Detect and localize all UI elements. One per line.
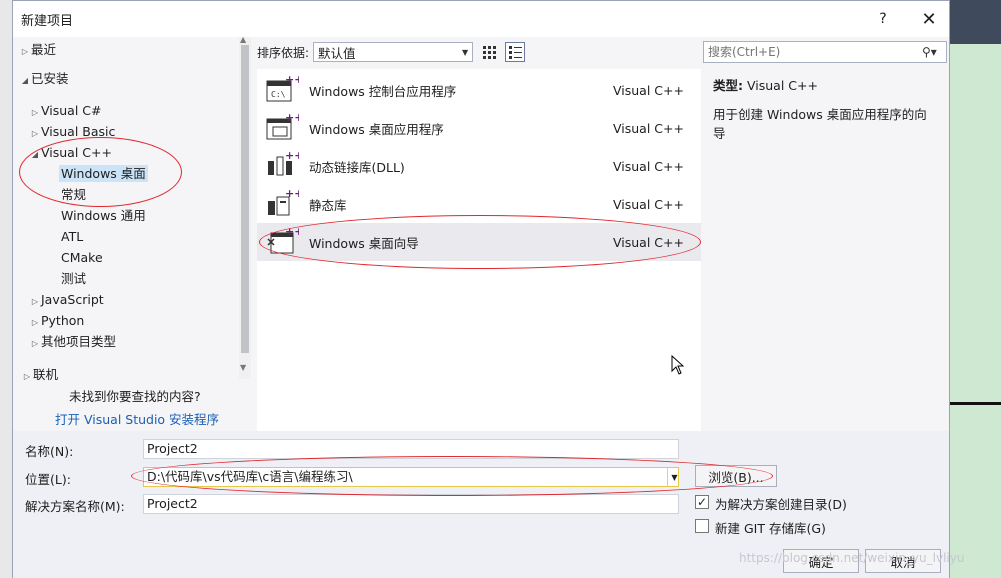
template-name: 静态库: [309, 197, 347, 213]
tree-item-test[interactable]: 测试: [61, 269, 86, 289]
create-dir-checkbox[interactable]: ✓: [695, 495, 709, 509]
template-language: Visual C++: [613, 82, 684, 98]
search-input[interactable]: [708, 45, 922, 59]
tree-item-installed[interactable]: ◢ 已安装: [19, 69, 69, 89]
tree-item-visual-cs[interactable]: ▷ Visual C#: [29, 101, 102, 121]
tree-item-general[interactable]: 常规: [61, 185, 86, 205]
svg-text:++: ++: [285, 149, 299, 162]
close-button[interactable]: ✕: [917, 7, 941, 31]
type-value: Visual C++: [746, 78, 818, 93]
template-name: 动态链接库(DLL): [309, 159, 405, 175]
template-name: Windows 桌面向导: [309, 235, 419, 251]
sort-value: 默认值: [318, 45, 356, 61]
template-language: Visual C++: [613, 120, 684, 136]
scrollbar-thumb[interactable]: [241, 45, 249, 353]
console-app-icon: C:\ ++: [265, 73, 303, 107]
expand-icon[interactable]: ▷: [29, 334, 41, 354]
mouse-cursor-icon: [671, 355, 685, 375]
template-description: 用于创建 Windows 桌面应用程序的向导: [713, 107, 927, 141]
svg-text:C:\: C:\: [271, 90, 286, 99]
dll-icon: ++: [265, 149, 303, 183]
scroll-down-icon[interactable]: ▼: [240, 363, 246, 372]
template-row[interactable]: C:\ ++ Windows 控制台应用程序 Visual C++: [257, 71, 701, 109]
watermark: https://blog.csdn.net/weixin_yu_lvliyu: [739, 551, 965, 565]
sort-label: 排序依据:: [257, 45, 310, 60]
grid-view-button[interactable]: [479, 42, 499, 62]
new-project-dialog: 新建项目 ? ✕ ▷ 最近 ◢ 已安装 ▷ Visual C# ▷ Visual Bas…: [12, 0, 964, 578]
tree-item-atl[interactable]: ATL: [61, 227, 83, 247]
template-language: Visual C++: [613, 158, 684, 174]
not-found-text: 未找到你要查找的内容?: [69, 389, 201, 404]
help-button[interactable]: ?: [871, 7, 895, 31]
location-label: 位置(L):: [25, 472, 71, 487]
chevron-down-icon: ▼: [461, 47, 469, 57]
template-tree: ▷ 最近 ◢ 已安装 ▷ Visual C# ▷ Visual Basic ◢ Visua…: [13, 37, 239, 359]
list-view-button[interactable]: [505, 42, 526, 62]
list-view-icon: [509, 46, 523, 59]
tree-item-visual-basic[interactable]: ▷ Visual Basic: [29, 122, 115, 142]
git-label: 新建 GIT 存储库(G): [715, 521, 826, 536]
type-line: 类型: Visual C++: [713, 75, 939, 94]
svg-text:++: ++: [285, 225, 299, 238]
scroll-up-icon[interactable]: ▲: [240, 35, 246, 44]
expand-icon[interactable]: ▷: [29, 292, 41, 312]
browse-button[interactable]: 浏览(B)...: [695, 465, 777, 487]
template-list: C:\ ++ Windows 控制台应用程序 Visual C++ ++ Wind…: [257, 69, 701, 431]
solution-name-field[interactable]: Project2: [143, 494, 679, 514]
template-row[interactable]: ++ 静态库 Visual C++: [257, 185, 701, 223]
grid-view-icon: [483, 46, 497, 59]
template-language: Visual C++: [613, 196, 684, 212]
collapse-icon[interactable]: ◢: [19, 71, 31, 91]
sort-bar: 排序依据: 默认值 ▼: [257, 41, 526, 63]
tree-item-windows-desktop[interactable]: Windows 桌面: [59, 164, 148, 184]
location-field[interactable]: D:\代码库\vs代码库\c语言\编程练习\: [143, 467, 679, 487]
expand-icon[interactable]: ▷: [29, 103, 41, 123]
template-name: Windows 桌面应用程序: [309, 121, 444, 137]
expand-icon[interactable]: ▷: [21, 367, 33, 387]
dialog-title: 新建项目: [21, 13, 74, 29]
tree-item-online[interactable]: ▷ 联机: [21, 365, 58, 385]
chevron-down-icon[interactable]: ▼: [667, 467, 681, 487]
desktop-app-icon: ++: [265, 111, 303, 145]
svg-text:++: ++: [285, 187, 299, 200]
tree-scrollbar[interactable]: ▲ ▼: [239, 35, 251, 379]
template-row-selected[interactable]: ++ Windows 桌面向导 Visual C++: [257, 223, 701, 261]
tree-item-other-types[interactable]: ▷ 其他项目类型: [29, 332, 116, 352]
expand-icon[interactable]: ▷: [29, 124, 41, 144]
solution-name-label: 解决方案名称(M):: [25, 499, 125, 514]
svg-text:++: ++: [285, 73, 299, 86]
create-dir-label: 为解决方案创建目录(D): [715, 497, 847, 512]
tree-item-visual-cpp[interactable]: ◢ Visual C++: [29, 143, 112, 163]
background-right-header: [950, 0, 1001, 44]
tree-item-windows-universal[interactable]: Windows 通用: [61, 206, 146, 226]
expand-icon[interactable]: ▷: [29, 313, 41, 333]
template-row[interactable]: ++ Windows 桌面应用程序 Visual C++: [257, 109, 701, 147]
tree-item-cmake[interactable]: CMake: [61, 248, 103, 268]
title-bar: 新建项目 ? ✕: [13, 1, 949, 37]
tree-item-javascript[interactable]: ▷ JavaScript: [29, 290, 104, 310]
background-right-divider: [950, 402, 1001, 405]
tree-item-python[interactable]: ▷ Python: [29, 311, 84, 331]
template-row[interactable]: ++ 动态链接库(DLL) Visual C++: [257, 147, 701, 185]
expand-icon[interactable]: ▷: [19, 42, 31, 62]
sort-dropdown[interactable]: 默认值 ▼: [313, 42, 474, 62]
tree-item-recent[interactable]: ▷ 最近: [19, 40, 56, 60]
collapse-icon[interactable]: ◢: [29, 145, 41, 165]
svg-text:++: ++: [285, 111, 299, 124]
git-checkbox[interactable]: [695, 519, 709, 533]
open-installer-link[interactable]: 打开 Visual Studio 安装程序: [55, 409, 219, 428]
search-box[interactable]: ⚲▾: [703, 41, 947, 63]
static-lib-icon: ++: [265, 187, 303, 221]
template-language: Visual C++: [613, 234, 684, 250]
type-label: 类型:: [713, 78, 743, 93]
name-label: 名称(N):: [25, 444, 74, 459]
desktop-wizard-icon: ++: [265, 225, 303, 259]
details-pane: 类型: Visual C++ 用于创建 Windows 桌面应用程序的向导: [703, 69, 949, 431]
search-icon[interactable]: ⚲▾: [922, 45, 946, 59]
name-field[interactable]: Project2: [143, 439, 679, 459]
template-name: Windows 控制台应用程序: [309, 83, 457, 99]
background-right-editor: [950, 44, 1001, 578]
